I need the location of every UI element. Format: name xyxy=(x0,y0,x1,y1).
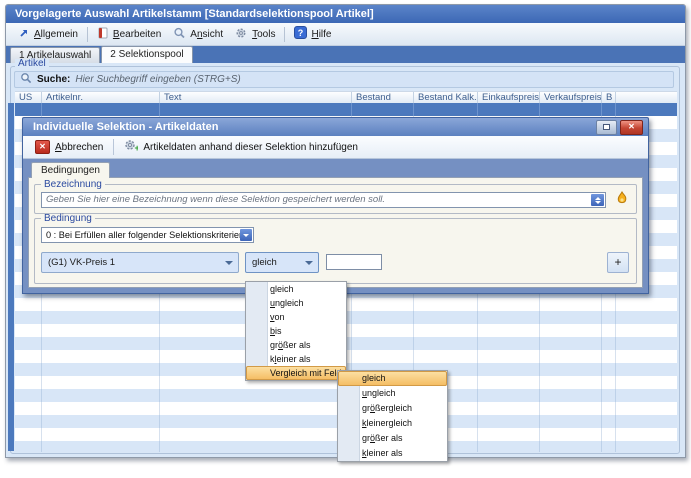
compare-submenu-item-ungleich[interactable]: ungleich xyxy=(338,386,447,401)
compare-submenu-item-gleich[interactable]: gleich xyxy=(338,371,447,386)
search-bar[interactable]: Suche: Hier Suchbegriff eingeben (STRG+S… xyxy=(14,71,674,88)
operator-menu-item-kleiner-als[interactable]: kleiner als xyxy=(246,352,346,366)
operator-menu-item-gleich[interactable]: gleich xyxy=(246,282,346,296)
condition-value-input[interactable] xyxy=(326,254,382,270)
selected-row-cell xyxy=(15,103,42,116)
bedingung-group: Bedingung 0 : Bei Erfüllen aller folgend… xyxy=(34,218,637,284)
gear-plus-icon: + xyxy=(124,139,138,155)
toolbar-separator xyxy=(113,139,114,155)
tabstrip: 1 Artikelauswahl2 Selektionspool xyxy=(6,46,685,63)
cancel-label: Abbrechen xyxy=(55,142,103,153)
cancel-button[interactable]: ✕ Abbrechen xyxy=(29,138,109,156)
add-selection-label: Artikeldaten anhand dieser Selektion hin… xyxy=(143,142,358,153)
window-title: Vorgelagerte Auswahl Artikelstamm [Stand… xyxy=(6,5,685,23)
operator-menu-item-vergleich-mit-feld[interactable]: Vergleich mit Feld xyxy=(246,366,346,380)
dialog-title: Individuelle Selektion - Artikeldaten xyxy=(33,121,218,133)
operator-menu: gleichungleichvonbisgrößer alskleiner al… xyxy=(245,281,347,381)
selected-row-cell xyxy=(602,103,616,116)
svg-text:?: ? xyxy=(298,28,304,38)
operator-menu-item-bis[interactable]: bis xyxy=(246,324,346,338)
add-condition-button[interactable]: + xyxy=(607,252,629,273)
selected-row-cell xyxy=(540,103,602,116)
selected-row-cell xyxy=(160,103,352,116)
menubar-separator xyxy=(284,27,285,42)
menubar-item-bearbeiten[interactable]: Bearbeiten xyxy=(91,25,167,44)
selected-row-cell xyxy=(478,103,540,116)
tab-bedingungen[interactable]: Bedingungen xyxy=(31,162,110,178)
bezeichnung-dropdown-icon[interactable] xyxy=(591,194,604,206)
dialog-toolbar: ✕ Abbrechen + Artikeldaten anhand dieser… xyxy=(23,136,648,159)
operator-menu-item-gr-er-als[interactable]: größer als xyxy=(246,338,346,352)
tab-2-selektionspool[interactable]: 2 Selektionspool xyxy=(101,46,192,63)
mode-dropdown-icon[interactable] xyxy=(240,229,252,241)
restore-icon[interactable] xyxy=(596,120,617,135)
menubar-separator xyxy=(87,27,88,42)
tools-gear-icon xyxy=(235,27,248,42)
row-indicator-strip xyxy=(8,103,14,451)
artikel-group-label: Artikel xyxy=(15,59,49,69)
page: Vorgelagerte Auswahl Artikelstamm [Stand… xyxy=(0,0,691,478)
chevron-down-icon xyxy=(225,261,233,265)
operator-combobox[interactable]: gleich xyxy=(245,252,319,273)
compare-submenu-item-kleiner-als[interactable]: kleiner als xyxy=(338,446,447,461)
bezeichnung-group-label: Bezeichnung xyxy=(41,180,105,189)
dialog-body: Bedingungen Bezeichnung Geben Sie hier e… xyxy=(23,159,648,293)
compare-submenu-item-gr-er-als[interactable]: größer als xyxy=(338,431,447,446)
ansicht-magnifier-icon xyxy=(173,27,186,42)
menubar: Allgemein Bearbeiten Ansicht Tools? Hilfe xyxy=(6,23,685,46)
operator-value: gleich xyxy=(252,257,277,268)
menubar-label: Bearbeiten xyxy=(113,29,161,40)
dialog-titlebar: Individuelle Selektion - Artikeldaten ✕ xyxy=(23,118,648,136)
close-icon[interactable]: ✕ xyxy=(620,120,643,135)
field-value: (G1) VK-Preis 1 xyxy=(48,257,115,268)
menubar-label: Allgemein xyxy=(34,29,78,40)
search-icon xyxy=(20,72,32,87)
mode-combobox[interactable]: 0 : Bei Erfüllen aller folgender Selekti… xyxy=(41,227,254,243)
menubar-item-tools[interactable]: Tools xyxy=(229,25,281,44)
allgemein-arrow-icon xyxy=(18,27,30,42)
bezeichnung-group: Bezeichnung Geben Sie hier eine Bezeichn… xyxy=(34,184,637,214)
search-placeholder: Hier Suchbegriff eingeben (STRG+S) xyxy=(75,74,240,85)
bezeichnung-combobox[interactable]: Geben Sie hier eine Bezeichnung wenn die… xyxy=(41,192,606,208)
search-label: Suche: xyxy=(37,74,70,85)
compare-submenu-item-kleinergleich[interactable]: kleinergleich xyxy=(338,416,447,431)
condition-row: (G1) VK-Preis 1 gleich + xyxy=(41,252,630,273)
bedingung-group-label: Bedingung xyxy=(41,214,95,223)
bedingungen-panel: Bezeichnung Geben Sie hier eine Bezeichn… xyxy=(28,177,643,288)
menubar-label: Ansicht xyxy=(190,29,223,40)
selected-row-cell xyxy=(352,103,414,116)
hilfe-help-icon: ? xyxy=(294,26,307,42)
add-selection-button[interactable]: + Artikeldaten anhand dieser Selektion h… xyxy=(118,137,364,157)
menubar-item-hilfe[interactable]: ? Hilfe xyxy=(288,24,337,44)
individuelle-selektion-dialog: Individuelle Selektion - Artikeldaten ✕ … xyxy=(22,117,649,294)
selected-row-cell xyxy=(414,103,478,116)
menubar-label: Hilfe xyxy=(311,29,331,40)
mode-value: 0 : Bei Erfüllen aller folgender Selekti… xyxy=(46,230,244,240)
bezeichnung-placeholder: Geben Sie hier eine Bezeichnung wenn die… xyxy=(46,194,385,205)
compare-submenu: gleichungleichgrößergleichkleinergleichg… xyxy=(337,370,448,462)
menubar-item-allgemein[interactable]: Allgemein xyxy=(12,25,84,44)
compare-submenu-item-gr-ergleich[interactable]: größergleich xyxy=(338,401,447,416)
operator-menu-item-von[interactable]: von xyxy=(246,310,346,324)
dialog-window-buttons: ✕ xyxy=(596,120,648,135)
delete-bezeichnung-icon[interactable] xyxy=(615,191,629,210)
operator-menu-item-ungleich[interactable]: ungleich xyxy=(246,296,346,310)
field-combobox[interactable]: (G1) VK-Preis 1 xyxy=(41,252,239,273)
bearbeiten-edit-icon xyxy=(97,27,109,42)
chevron-down-icon xyxy=(305,261,313,265)
svg-text:+: + xyxy=(135,143,139,152)
menubar-item-ansicht[interactable]: Ansicht xyxy=(167,25,229,44)
selected-grid-row[interactable] xyxy=(15,103,677,116)
selected-row-cell xyxy=(42,103,160,116)
menubar-label: Tools xyxy=(252,29,275,40)
cancel-x-icon: ✕ xyxy=(35,140,50,154)
